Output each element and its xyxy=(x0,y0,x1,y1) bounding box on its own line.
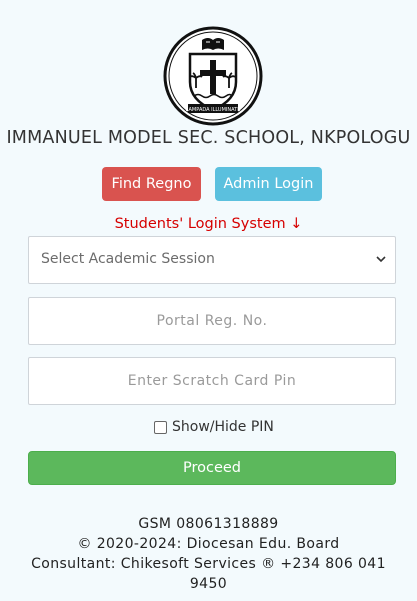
footer-consultant: Consultant: Chikesoft Services ® +234 80… xyxy=(31,556,386,592)
student-login-page: LAMPADA ILLUMINATE IMMANUEL MODEL SEC. S… xyxy=(0,0,417,601)
show-hide-pin-toggle[interactable]: Show/Hide PIN xyxy=(154,418,274,436)
admin-login-button[interactable]: Admin Login xyxy=(215,167,322,201)
find-regno-button[interactable]: Find Regno xyxy=(102,167,201,201)
footer: GSM 08061318889 © 2020-2024: Diocesan Ed… xyxy=(24,514,393,594)
checkbox-icon[interactable] xyxy=(154,420,167,434)
login-system-heading: Students' Login System ↓ xyxy=(114,216,303,232)
academic-session-selected: Select Academic Session xyxy=(41,251,215,267)
show-hide-pin-label: Show/Hide PIN xyxy=(172,419,274,435)
proceed-button[interactable]: Proceed xyxy=(28,451,396,485)
school-name: IMMANUEL MODEL SEC. SCHOOL, NKPOLOGU xyxy=(6,128,411,148)
logo-motto: LAMPADA ILLUMINATE xyxy=(186,107,241,113)
portal-reg-no-input[interactable]: Portal Reg. No. xyxy=(28,297,396,345)
footer-copyright: © 2020-2024: Diocesan Edu. Board xyxy=(77,536,340,552)
academic-session-select[interactable]: Select Academic Session xyxy=(28,236,396,284)
chevron-down-icon xyxy=(376,256,386,263)
school-crest-icon: LAMPADA ILLUMINATE xyxy=(163,26,263,126)
footer-gsm: GSM 08061318889 xyxy=(138,516,279,532)
scratch-card-pin-input[interactable]: Enter Scratch Card Pin xyxy=(28,357,396,405)
